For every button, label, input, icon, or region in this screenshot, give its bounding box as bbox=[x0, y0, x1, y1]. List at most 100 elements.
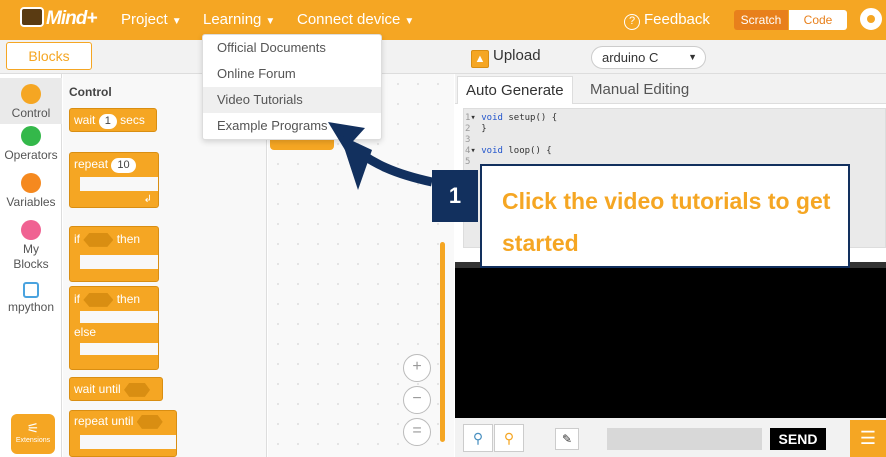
category-label: Control bbox=[11, 106, 51, 120]
category-label: Variables bbox=[6, 195, 56, 209]
line-number: 5 bbox=[465, 157, 471, 167]
menu-connect-label: Connect device bbox=[297, 11, 401, 28]
category-my-blocks[interactable]: My Blocks bbox=[0, 220, 62, 272]
wait-secs-block[interactable]: wait 1 secs bbox=[69, 108, 157, 132]
upload-label: Upload bbox=[493, 47, 541, 64]
board-select-value: arduino C bbox=[602, 50, 659, 65]
menu-item-online-forum[interactable]: Online Forum bbox=[203, 61, 381, 87]
tab-manual-editing[interactable]: Manual Editing bbox=[582, 76, 697, 104]
chevron-down-icon: ▼ bbox=[688, 52, 697, 62]
category-variables[interactable]: Variables bbox=[0, 173, 62, 209]
category-dot-icon bbox=[21, 220, 41, 240]
block-text: repeat bbox=[74, 157, 109, 171]
gear-icon[interactable] bbox=[860, 8, 882, 30]
top-menu-bar: Mind+ Project ▼ Learning ▼ Connect device ▼… bbox=[0, 0, 886, 40]
zoom-reset-icon[interactable]: = bbox=[403, 418, 431, 446]
category-list: Control Operators Variables My Blocks mp… bbox=[0, 74, 62, 457]
blocks-tab[interactable]: Blocks bbox=[6, 42, 92, 70]
usb-connect-icon[interactable]: ⚲ bbox=[494, 424, 524, 452]
help-icon: ? bbox=[624, 14, 640, 30]
block-slot bbox=[80, 311, 158, 323]
condition-slot[interactable] bbox=[124, 382, 151, 397]
code-text: setup() { bbox=[502, 113, 558, 123]
block-text: wait bbox=[74, 113, 96, 127]
category-label: mpython bbox=[7, 300, 55, 314]
category-dot-icon bbox=[21, 126, 41, 146]
list-icon[interactable]: ☰ bbox=[850, 420, 886, 457]
block-input[interactable]: 1 bbox=[98, 114, 117, 129]
feedback-label: Feedback bbox=[644, 11, 710, 28]
block-text: else bbox=[74, 325, 97, 339]
wait-until-block[interactable]: wait until bbox=[69, 377, 163, 401]
category-operators[interactable]: Operators bbox=[0, 126, 62, 162]
code-text: } bbox=[481, 124, 487, 134]
menu-item-official-documents[interactable]: Official Documents bbox=[203, 35, 381, 61]
block-text: if bbox=[74, 232, 80, 246]
block-text: then bbox=[116, 292, 141, 306]
robot-icon bbox=[20, 7, 44, 27]
menu-learning-label: Learning bbox=[203, 11, 262, 28]
scratch-mode-toggle[interactable]: Scratch bbox=[734, 10, 788, 30]
clear-icon[interactable]: ✎ bbox=[555, 428, 579, 450]
repeat-block[interactable]: repeat 10 ↲ bbox=[69, 152, 159, 208]
condition-slot[interactable] bbox=[83, 232, 114, 247]
block-slot bbox=[80, 435, 176, 449]
line-number: 2 bbox=[465, 124, 471, 134]
menu-learning[interactable]: Learning ▼ bbox=[203, 11, 275, 28]
repeat-until-block[interactable]: repeat until bbox=[69, 410, 177, 457]
logo-text: Mind+ bbox=[46, 8, 97, 29]
learning-dropdown: Official Documents Online Forum Video Tu… bbox=[202, 34, 382, 140]
block-text: secs bbox=[120, 113, 145, 127]
canvas-scrollbar[interactable] bbox=[440, 242, 445, 442]
category-dot-icon bbox=[21, 84, 41, 104]
if-then-block[interactable]: if then bbox=[69, 226, 159, 282]
code-line: 2 } bbox=[465, 124, 487, 134]
block-text: then bbox=[116, 232, 141, 246]
block-text: wait until bbox=[74, 382, 121, 396]
menu-project[interactable]: Project ▼ bbox=[121, 11, 182, 28]
code-text: loop() { bbox=[502, 146, 552, 156]
category-control[interactable]: Control bbox=[0, 78, 62, 124]
serial-monitor bbox=[455, 262, 886, 418]
usb-icon[interactable]: ⚲ bbox=[463, 424, 493, 452]
block-input[interactable]: 10 bbox=[111, 158, 136, 173]
tab-auto-generate[interactable]: Auto Generate bbox=[457, 76, 573, 104]
block-text: repeat until bbox=[74, 414, 134, 428]
condition-slot[interactable] bbox=[83, 292, 114, 307]
chip-icon bbox=[23, 282, 39, 298]
serial-input[interactable] bbox=[607, 428, 762, 450]
code-line: 3 bbox=[465, 135, 470, 145]
send-button[interactable]: SEND bbox=[770, 428, 826, 450]
callout-box: Click the video tutorials to get started bbox=[480, 164, 850, 268]
zoom-out-icon[interactable]: − bbox=[403, 386, 431, 414]
extensions-icon: ⚟ bbox=[26, 420, 40, 436]
line-number: 4 bbox=[465, 146, 471, 156]
code-mode-toggle[interactable]: Code bbox=[789, 10, 847, 30]
board-select[interactable]: arduino C ▼ bbox=[591, 46, 706, 69]
app-logo[interactable]: Mind+ bbox=[20, 7, 97, 30]
condition-slot[interactable] bbox=[136, 414, 163, 429]
menu-connect-device[interactable]: Connect device ▼ bbox=[297, 11, 414, 28]
category-label: Operators bbox=[4, 148, 58, 162]
extensions-button[interactable]: ⚟ Extensions bbox=[11, 414, 55, 454]
chevron-down-icon: ▼ bbox=[171, 16, 182, 27]
line-number: 1 bbox=[465, 113, 471, 123]
menu-item-video-tutorials[interactable]: Video Tutorials bbox=[203, 87, 381, 113]
menu-item-example-programs[interactable]: Example Programs bbox=[203, 113, 381, 139]
category-mpython[interactable]: mpython bbox=[0, 282, 62, 314]
if-then-else-block[interactable]: if then else bbox=[69, 286, 159, 370]
callout-text: Click the video tutorials to get started bbox=[502, 188, 831, 256]
code-line: 5 bbox=[465, 157, 470, 167]
menu-project-label: Project bbox=[121, 11, 168, 28]
block-slot bbox=[80, 177, 158, 191]
zoom-in-icon[interactable]: + bbox=[403, 354, 431, 382]
palette-section-title: Control bbox=[69, 85, 112, 99]
code-line: 1▾ void setup() { bbox=[465, 113, 558, 123]
block-slot bbox=[80, 343, 158, 355]
upload-button[interactable]: ▲ Upload bbox=[471, 47, 541, 68]
category-label: My Blocks bbox=[13, 242, 49, 271]
feedback-button[interactable]: ? Feedback bbox=[624, 11, 710, 30]
extensions-label: Extensions bbox=[15, 437, 51, 444]
code-keyword: void bbox=[481, 113, 503, 123]
block-slot bbox=[80, 255, 158, 269]
